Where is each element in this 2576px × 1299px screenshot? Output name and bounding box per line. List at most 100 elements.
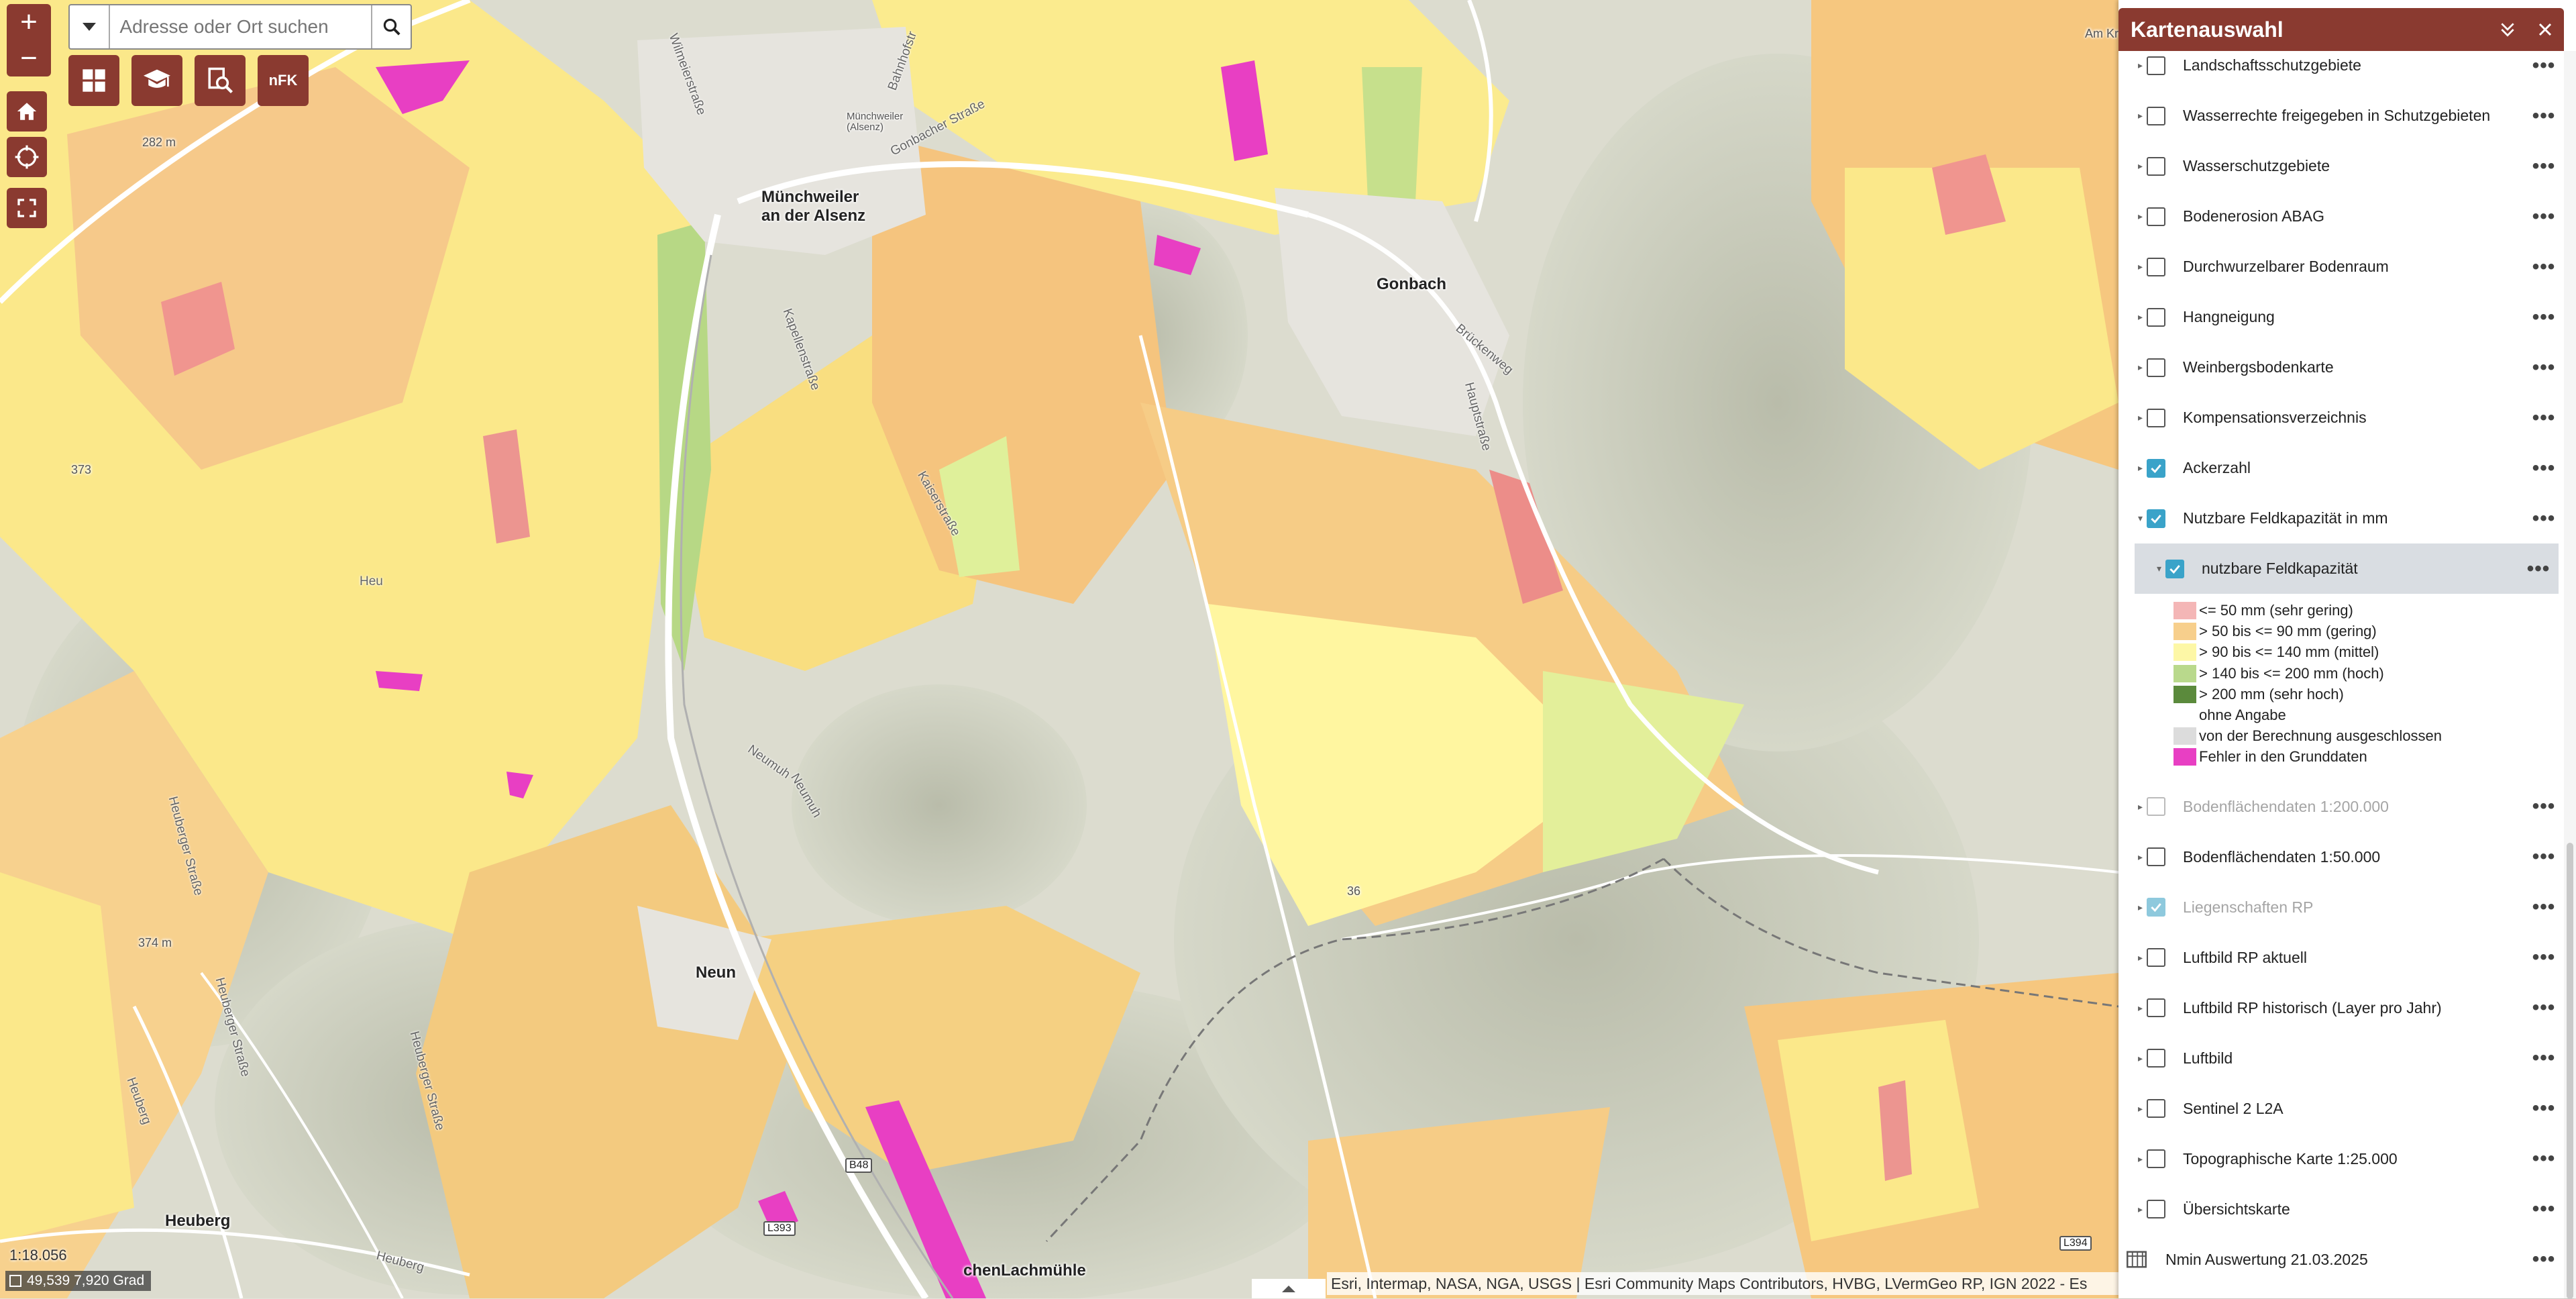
- expand-caret-right-icon[interactable]: ▸: [2118, 462, 2145, 474]
- layer-list[interactable]: ▸ Landschaftsschutzgebiete ••• ▸ Wasserrecht…: [2118, 51, 2564, 1298]
- layer-visibility-checkbox[interactable]: [2147, 797, 2165, 817]
- scrollbar-thumb[interactable]: [2567, 843, 2573, 1299]
- layer-row[interactable]: ▸ Wasserschutzgebiete •••: [2118, 141, 2564, 191]
- layer-row[interactable]: ▸ Hangneigung •••: [2118, 292, 2564, 342]
- close-panel-button[interactable]: [2526, 11, 2564, 48]
- layer-options-icon[interactable]: •••: [2524, 54, 2564, 77]
- locate-button[interactable]: [7, 137, 47, 177]
- layer-options-icon[interactable]: •••: [2524, 205, 2564, 228]
- layer-visibility-checkbox[interactable]: [2147, 257, 2165, 276]
- collapse-panel-button[interactable]: [2489, 11, 2526, 48]
- layer-visibility-checkbox[interactable]: [2147, 156, 2165, 176]
- layer-visibility-checkbox[interactable]: [2147, 509, 2165, 528]
- education-button[interactable]: [131, 55, 182, 106]
- layer-options-icon[interactable]: •••: [2524, 356, 2564, 379]
- layer-options-icon[interactable]: •••: [2524, 946, 2564, 969]
- layer-visibility-checkbox[interactable]: [2165, 559, 2184, 578]
- layer-visibility-checkbox[interactable]: [2147, 358, 2165, 377]
- expand-caret-right-icon[interactable]: ▸: [2118, 1153, 2145, 1165]
- layer-row[interactable]: ▸ Bodenflächendaten 1:200.000 •••: [2118, 782, 2564, 832]
- expand-caret-right-icon[interactable]: ▸: [2118, 412, 2145, 423]
- expand-caret-right-icon[interactable]: ▸: [2118, 902, 2145, 913]
- layer-options-icon[interactable]: •••: [2524, 1147, 2564, 1170]
- layer-row[interactable]: ▸ Luftbild RP aktuell •••: [2118, 933, 2564, 983]
- panel-scrollbar[interactable]: [2564, 51, 2576, 1299]
- layer-row[interactable]: ▾ Nutzbare Feldkapazität in mm •••: [2118, 493, 2564, 543]
- layer-row[interactable]: ▸ Topographische Karte 1:25.000 •••: [2118, 1134, 2564, 1184]
- expand-caret-right-icon[interactable]: ▸: [2118, 1053, 2145, 1064]
- search-button[interactable]: [371, 5, 411, 48]
- expand-caret-right-icon[interactable]: ▸: [2118, 110, 2145, 121]
- layer-visibility-checkbox[interactable]: [2147, 898, 2165, 917]
- layer-row[interactable]: ▸ Wasserrechte freigegeben in Schutzgebie…: [2118, 91, 2564, 141]
- fullscreen-button[interactable]: [7, 188, 47, 228]
- layer-options-icon[interactable]: •••: [2524, 155, 2564, 178]
- layer-visibility-checkbox[interactable]: [2147, 1200, 2165, 1219]
- expand-caret-right-icon[interactable]: ▸: [2118, 311, 2145, 323]
- layer-options-icon[interactable]: •••: [2524, 407, 2564, 429]
- search-source-dropdown[interactable]: [70, 5, 111, 48]
- layer-options-icon[interactable]: •••: [2518, 558, 2559, 580]
- map-view[interactable]: Münchweiler an der Alsenz Münchweiler (A…: [0, 0, 2118, 1298]
- expand-caret-right-icon[interactable]: ▸: [2118, 362, 2145, 373]
- map-canvas[interactable]: [0, 0, 2118, 1298]
- sublayer-row[interactable]: ▾ nutzbare Feldkapazität •••: [2135, 543, 2559, 594]
- layer-options-icon[interactable]: •••: [2524, 1248, 2564, 1271]
- expand-caret-right-icon[interactable]: ▸: [2118, 261, 2145, 272]
- layer-options-icon[interactable]: •••: [2524, 256, 2564, 278]
- expand-caret-right-icon[interactable]: ▸: [2118, 1103, 2145, 1114]
- layer-options-icon[interactable]: •••: [2524, 1097, 2564, 1120]
- expand-caret-right-icon[interactable]: ▸: [2118, 801, 2145, 813]
- expand-caret-right-icon[interactable]: ▸: [2118, 851, 2145, 863]
- expand-caret-right-icon[interactable]: ▸: [2118, 1204, 2145, 1215]
- expand-caret-down-icon[interactable]: ▾: [2118, 513, 2145, 524]
- layer-row[interactable]: ▸ Landschaftsschutzgebiete •••: [2118, 51, 2564, 91]
- layer-visibility-checkbox[interactable]: [2147, 56, 2165, 75]
- expand-caret-right-icon[interactable]: ▸: [2118, 160, 2145, 172]
- layer-visibility-checkbox[interactable]: [2147, 948, 2165, 968]
- layer-visibility-checkbox[interactable]: [2147, 1049, 2165, 1068]
- layer-row[interactable]: ▸ Luftbild RP historisch (Layer pro Jahr)…: [2118, 983, 2564, 1033]
- layer-row[interactable]: ▸ Übersichtskarte •••: [2118, 1184, 2564, 1235]
- layer-options-icon[interactable]: •••: [2524, 105, 2564, 127]
- nfk-button[interactable]: nFK: [258, 55, 309, 106]
- layer-options-icon[interactable]: •••: [2524, 996, 2564, 1019]
- zoom-out-button[interactable]: −: [20, 44, 38, 73]
- layer-visibility-checkbox[interactable]: [2147, 307, 2165, 327]
- expand-caret-right-icon[interactable]: ▸: [2118, 211, 2145, 222]
- query-button[interactable]: [195, 55, 246, 106]
- layer-visibility-checkbox[interactable]: [2147, 998, 2165, 1018]
- layer-options-icon[interactable]: •••: [2524, 1198, 2564, 1220]
- layer-row[interactable]: ▸ Weinbergsbodenkarte •••: [2118, 342, 2564, 393]
- layer-options-icon[interactable]: •••: [2524, 795, 2564, 818]
- zoom-in-button[interactable]: +: [20, 7, 38, 37]
- expand-caret-right-icon[interactable]: ▸: [2118, 60, 2145, 71]
- expand-caret-right-icon[interactable]: ▸: [2118, 1002, 2145, 1014]
- layer-visibility-checkbox[interactable]: [2147, 207, 2165, 226]
- expand-caret-down-icon[interactable]: ▾: [2135, 563, 2164, 574]
- layer-options-icon[interactable]: •••: [2524, 507, 2564, 530]
- layer-row[interactable]: ▸ Kompensationsverzeichnis •••: [2118, 393, 2564, 443]
- layer-visibility-checkbox[interactable]: [2147, 106, 2165, 125]
- layer-options-icon[interactable]: •••: [2524, 896, 2564, 919]
- expand-caret-right-icon[interactable]: ▸: [2118, 952, 2145, 964]
- layer-row[interactable]: ▸ Bodenerosion ABAG •••: [2118, 191, 2564, 242]
- layer-options-icon[interactable]: •••: [2524, 845, 2564, 868]
- layer-row[interactable]: ▸ Luftbild •••: [2118, 1033, 2564, 1084]
- layer-visibility-checkbox[interactable]: [2147, 1149, 2165, 1169]
- layer-options-icon[interactable]: •••: [2524, 457, 2564, 480]
- layer-visibility-checkbox[interactable]: [2147, 1099, 2165, 1119]
- layer-row[interactable]: ▸ Durchwurzelbarer Bodenraum •••: [2118, 242, 2564, 292]
- layer-visibility-checkbox[interactable]: [2147, 458, 2165, 478]
- home-button[interactable]: [7, 91, 47, 132]
- layer-list-button[interactable]: [68, 55, 119, 106]
- layer-row[interactable]: ▸ Bodenflächendaten 1:50.000 •••: [2118, 832, 2564, 882]
- layer-row[interactable]: ▸ Ackerzahl •••: [2118, 443, 2564, 493]
- attribution-toggle[interactable]: [1252, 1279, 1326, 1298]
- layer-row[interactable]: ▸ Sentinel 2 L2A •••: [2118, 1084, 2564, 1134]
- layer-options-icon[interactable]: •••: [2524, 306, 2564, 329]
- table-layer-row[interactable]: Nmin Auswertung 21.03.2025 •••: [2118, 1235, 2564, 1285]
- coordinate-display[interactable]: 49,539 7,920 Grad: [5, 1271, 152, 1291]
- layer-visibility-checkbox[interactable]: [2147, 847, 2165, 867]
- search-input[interactable]: [110, 5, 372, 48]
